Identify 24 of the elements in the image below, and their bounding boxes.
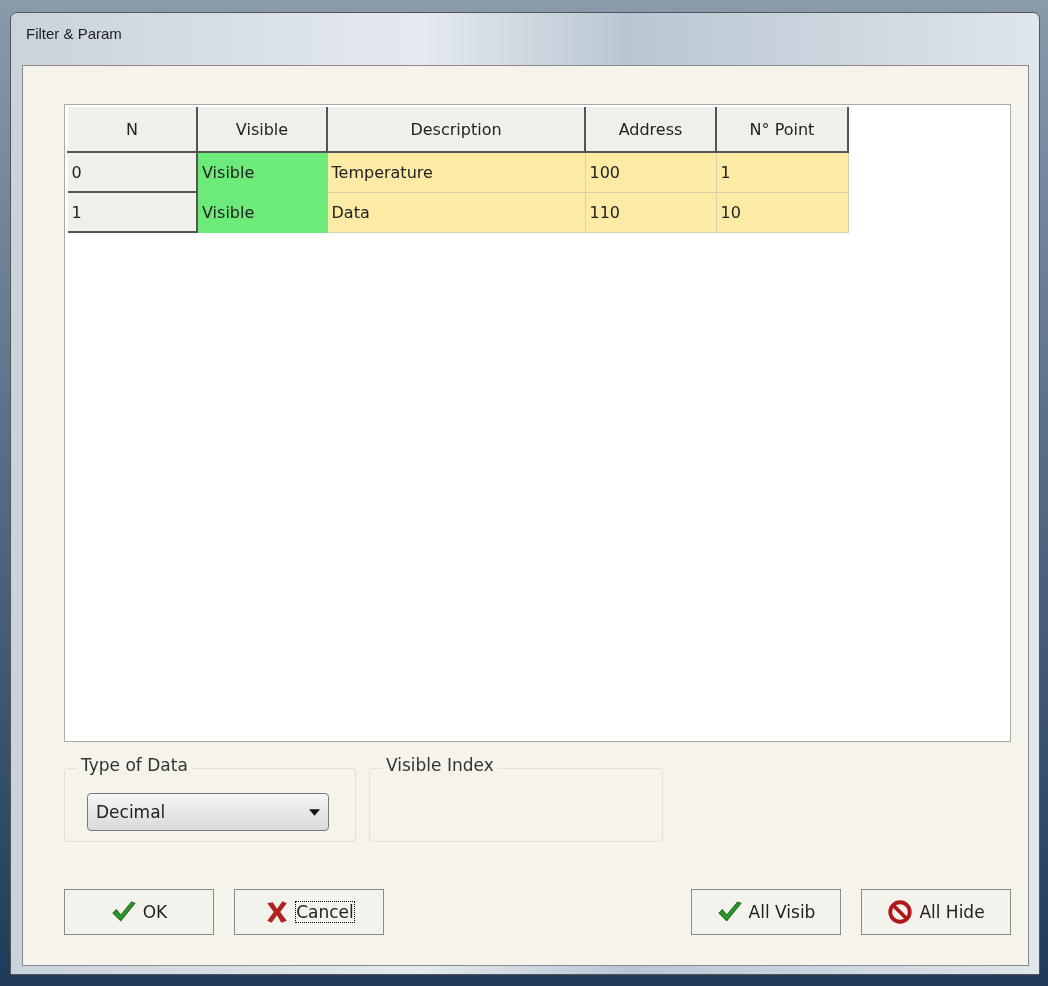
table-cell[interactable]: Visible (197, 152, 327, 192)
table-cell[interactable]: Temperature (327, 152, 585, 192)
row-header-cell[interactable]: 0 (67, 152, 197, 192)
caret-icon (309, 808, 320, 816)
table-cell[interactable]: Visible (197, 192, 327, 232)
table-cell[interactable]: 10 (716, 192, 848, 232)
type-dropdown[interactable]: Decimal (87, 793, 329, 831)
prohibited-icon (887, 899, 914, 925)
window-title: Filter & Param (26, 24, 122, 42)
table-cell[interactable]: 1 (716, 152, 848, 192)
table-cell[interactable]: Data (327, 192, 585, 232)
column-header[interactable]: Description (327, 107, 585, 152)
column-header[interactable]: Address (585, 107, 716, 152)
table-cell[interactable]: 110 (585, 192, 716, 232)
column-header[interactable]: N (67, 107, 197, 152)
row-header-cell[interactable]: 1 (67, 192, 197, 232)
column-header[interactable]: Visible (197, 107, 327, 152)
group-label: Type of Data (77, 755, 192, 775)
table-cell[interactable]: 100 (585, 152, 716, 192)
cancel-button[interactable]: Cancel (234, 889, 384, 935)
ok-button[interactable]: OK (64, 889, 214, 935)
all-visible-button[interactable]: All Visib (691, 889, 841, 935)
column-header[interactable]: N° Point (716, 107, 848, 152)
all-hide-button[interactable]: All Hide (861, 889, 1011, 935)
